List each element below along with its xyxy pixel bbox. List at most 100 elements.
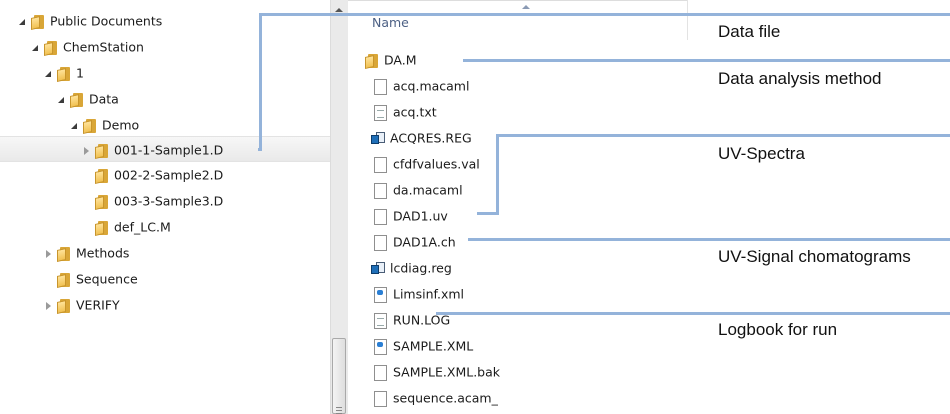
file-item-da-macaml[interactable]: da.macaml [372,177,463,203]
tree-item-label: Methods [76,245,130,261]
name-column-header[interactable]: Name [372,15,409,30]
file-name: DAD1A.ch [393,234,456,250]
file-name: acq.txt [393,104,437,120]
tree-item-def-lc-m[interactable]: def_LC.M [92,214,171,240]
registry-icon [370,261,386,277]
file-name: DA.M [384,52,417,68]
text-document-icon [374,104,387,121]
expand-arrow-icon[interactable] [57,95,67,105]
sort-ascending-icon [522,5,530,9]
callout-data-file: Data file [718,22,781,41]
tree-item-label: Data [89,91,119,107]
xml-document-icon [374,286,387,303]
callout-leader-uv-signal [468,238,950,241]
callout-uv-signal-chromatograms: UV-Signal chomatograms [718,247,911,266]
folder-icon [56,66,73,82]
file-name: ACQRES.REG [390,130,472,146]
folder-icon [82,118,99,134]
file-item-dad1a-ch[interactable]: DAD1A.ch [372,229,456,255]
callout-leader-data-file [259,13,950,16]
file-item-acq-txt[interactable]: acq.txt [372,99,437,125]
tree-scrollbar[interactable] [330,0,348,414]
expand-arrow-icon[interactable] [18,17,28,27]
file-item-limsinf-xml[interactable]: Limsinf.xml [372,281,464,307]
tree-item-public-documents[interactable]: Public Documents [18,8,162,34]
tree-item-002-2-sample2[interactable]: 002-2-Sample2.D [92,162,223,188]
callout-uv-spectra: UV-Spectra [718,144,805,163]
file-item-acqres-reg[interactable]: ACQRES.REG [370,125,472,151]
file-item-sequence-acam[interactable]: sequence.acam_ [372,385,498,411]
folder-icon [56,246,73,262]
file-name: Limsinf.xml [393,286,465,302]
tree-item-label: def_LC.M [114,219,171,235]
folder-icon [364,53,381,69]
tree-item-label: Public Documents [50,13,163,29]
document-icon [374,390,387,407]
expand-arrow-icon[interactable] [70,121,80,131]
file-name: DAD1.uv [393,208,448,224]
folder-icon [94,220,111,236]
scroll-up-arrow-icon[interactable] [335,8,343,12]
xml-document-icon [374,338,387,355]
expand-arrow-icon[interactable] [44,301,54,311]
tree-item-001-1-sample1[interactable]: 001-1-Sample1.D [0,136,330,162]
file-item-dad1-uv[interactable]: DAD1.uv [372,203,448,229]
folder-icon [94,168,111,184]
callout-leader-data-file-vertical [259,13,262,151]
text-document-icon [374,312,387,329]
callout-leader-uv-spectra-vertical [496,134,499,215]
folder-icon [30,14,47,30]
file-name: da.macaml [393,182,463,198]
document-icon [374,156,387,173]
tree-item-chemstation[interactable]: ChemStation [31,34,144,60]
tree-item-label: Sequence [76,271,138,287]
tree-item-sequence[interactable]: Sequence [54,266,138,292]
folder-icon [43,40,60,56]
callout-leader-uv-spectra [496,134,950,137]
file-name: SAMPLE.XML [393,338,474,354]
divider [348,0,688,1]
expand-arrow-icon[interactable] [44,249,54,259]
file-item-lcdiag-reg[interactable]: lcdiag.reg [370,255,452,281]
file-item-run-log[interactable]: RUN.LOG [372,307,450,333]
tree-item-label: 002-2-Sample2.D [114,167,224,183]
tree-item-label: 001-1-Sample1.D [114,142,224,158]
file-item-acq-macaml[interactable]: acq.macaml [372,73,469,99]
tree-item-label: ChemStation [63,39,144,55]
tree-item-003-3-sample3[interactable]: 003-3-Sample3.D [92,188,223,214]
tree-item-1[interactable]: 1 [44,60,84,86]
tree-item-label: Demo [102,117,140,133]
folder-icon [94,143,111,159]
callout-leader-logbook [436,312,950,315]
tree-item-label: VERIFY [76,297,120,313]
callout-logbook-for-run: Logbook for run [718,320,838,339]
callout-leader-data-analysis-method [463,59,950,62]
scrollbar-thumb[interactable] [332,338,346,414]
folder-icon [94,194,111,210]
folder-icon [56,298,73,314]
expand-arrow-icon[interactable] [44,69,54,79]
file-item-sample-xml[interactable]: SAMPLE.XML [372,333,473,359]
expand-arrow-icon[interactable] [82,146,92,156]
folder-tree-pane: Public Documents ChemStation 1 Data Demo… [0,0,330,414]
file-item-sample-xml-bak[interactable]: SAMPLE.XML.bak [372,359,500,385]
file-name: sequence.acam_ [393,390,498,406]
tree-item-demo[interactable]: Demo [70,112,139,138]
tree-item-data[interactable]: Data [57,86,119,112]
file-item-cfdfvalues-val[interactable]: cfdfvalues.val [372,151,480,177]
document-icon [374,364,387,381]
folder-icon [56,272,73,288]
document-icon [374,208,387,225]
tree-item-label: 003-3-Sample3.D [114,193,224,209]
tree-item-methods[interactable]: Methods [44,240,129,266]
file-name: lcdiag.reg [390,260,452,276]
expand-arrow-icon[interactable] [31,43,41,53]
file-item-da-m[interactable]: DA.M [362,47,417,73]
tree-item-verify[interactable]: VERIFY [44,292,120,318]
registry-icon [370,131,386,147]
document-icon [374,78,387,95]
column-separator[interactable] [687,0,688,40]
folder-icon [69,92,86,108]
tree-item-label: 1 [76,65,84,81]
file-name: acq.macaml [393,78,470,94]
